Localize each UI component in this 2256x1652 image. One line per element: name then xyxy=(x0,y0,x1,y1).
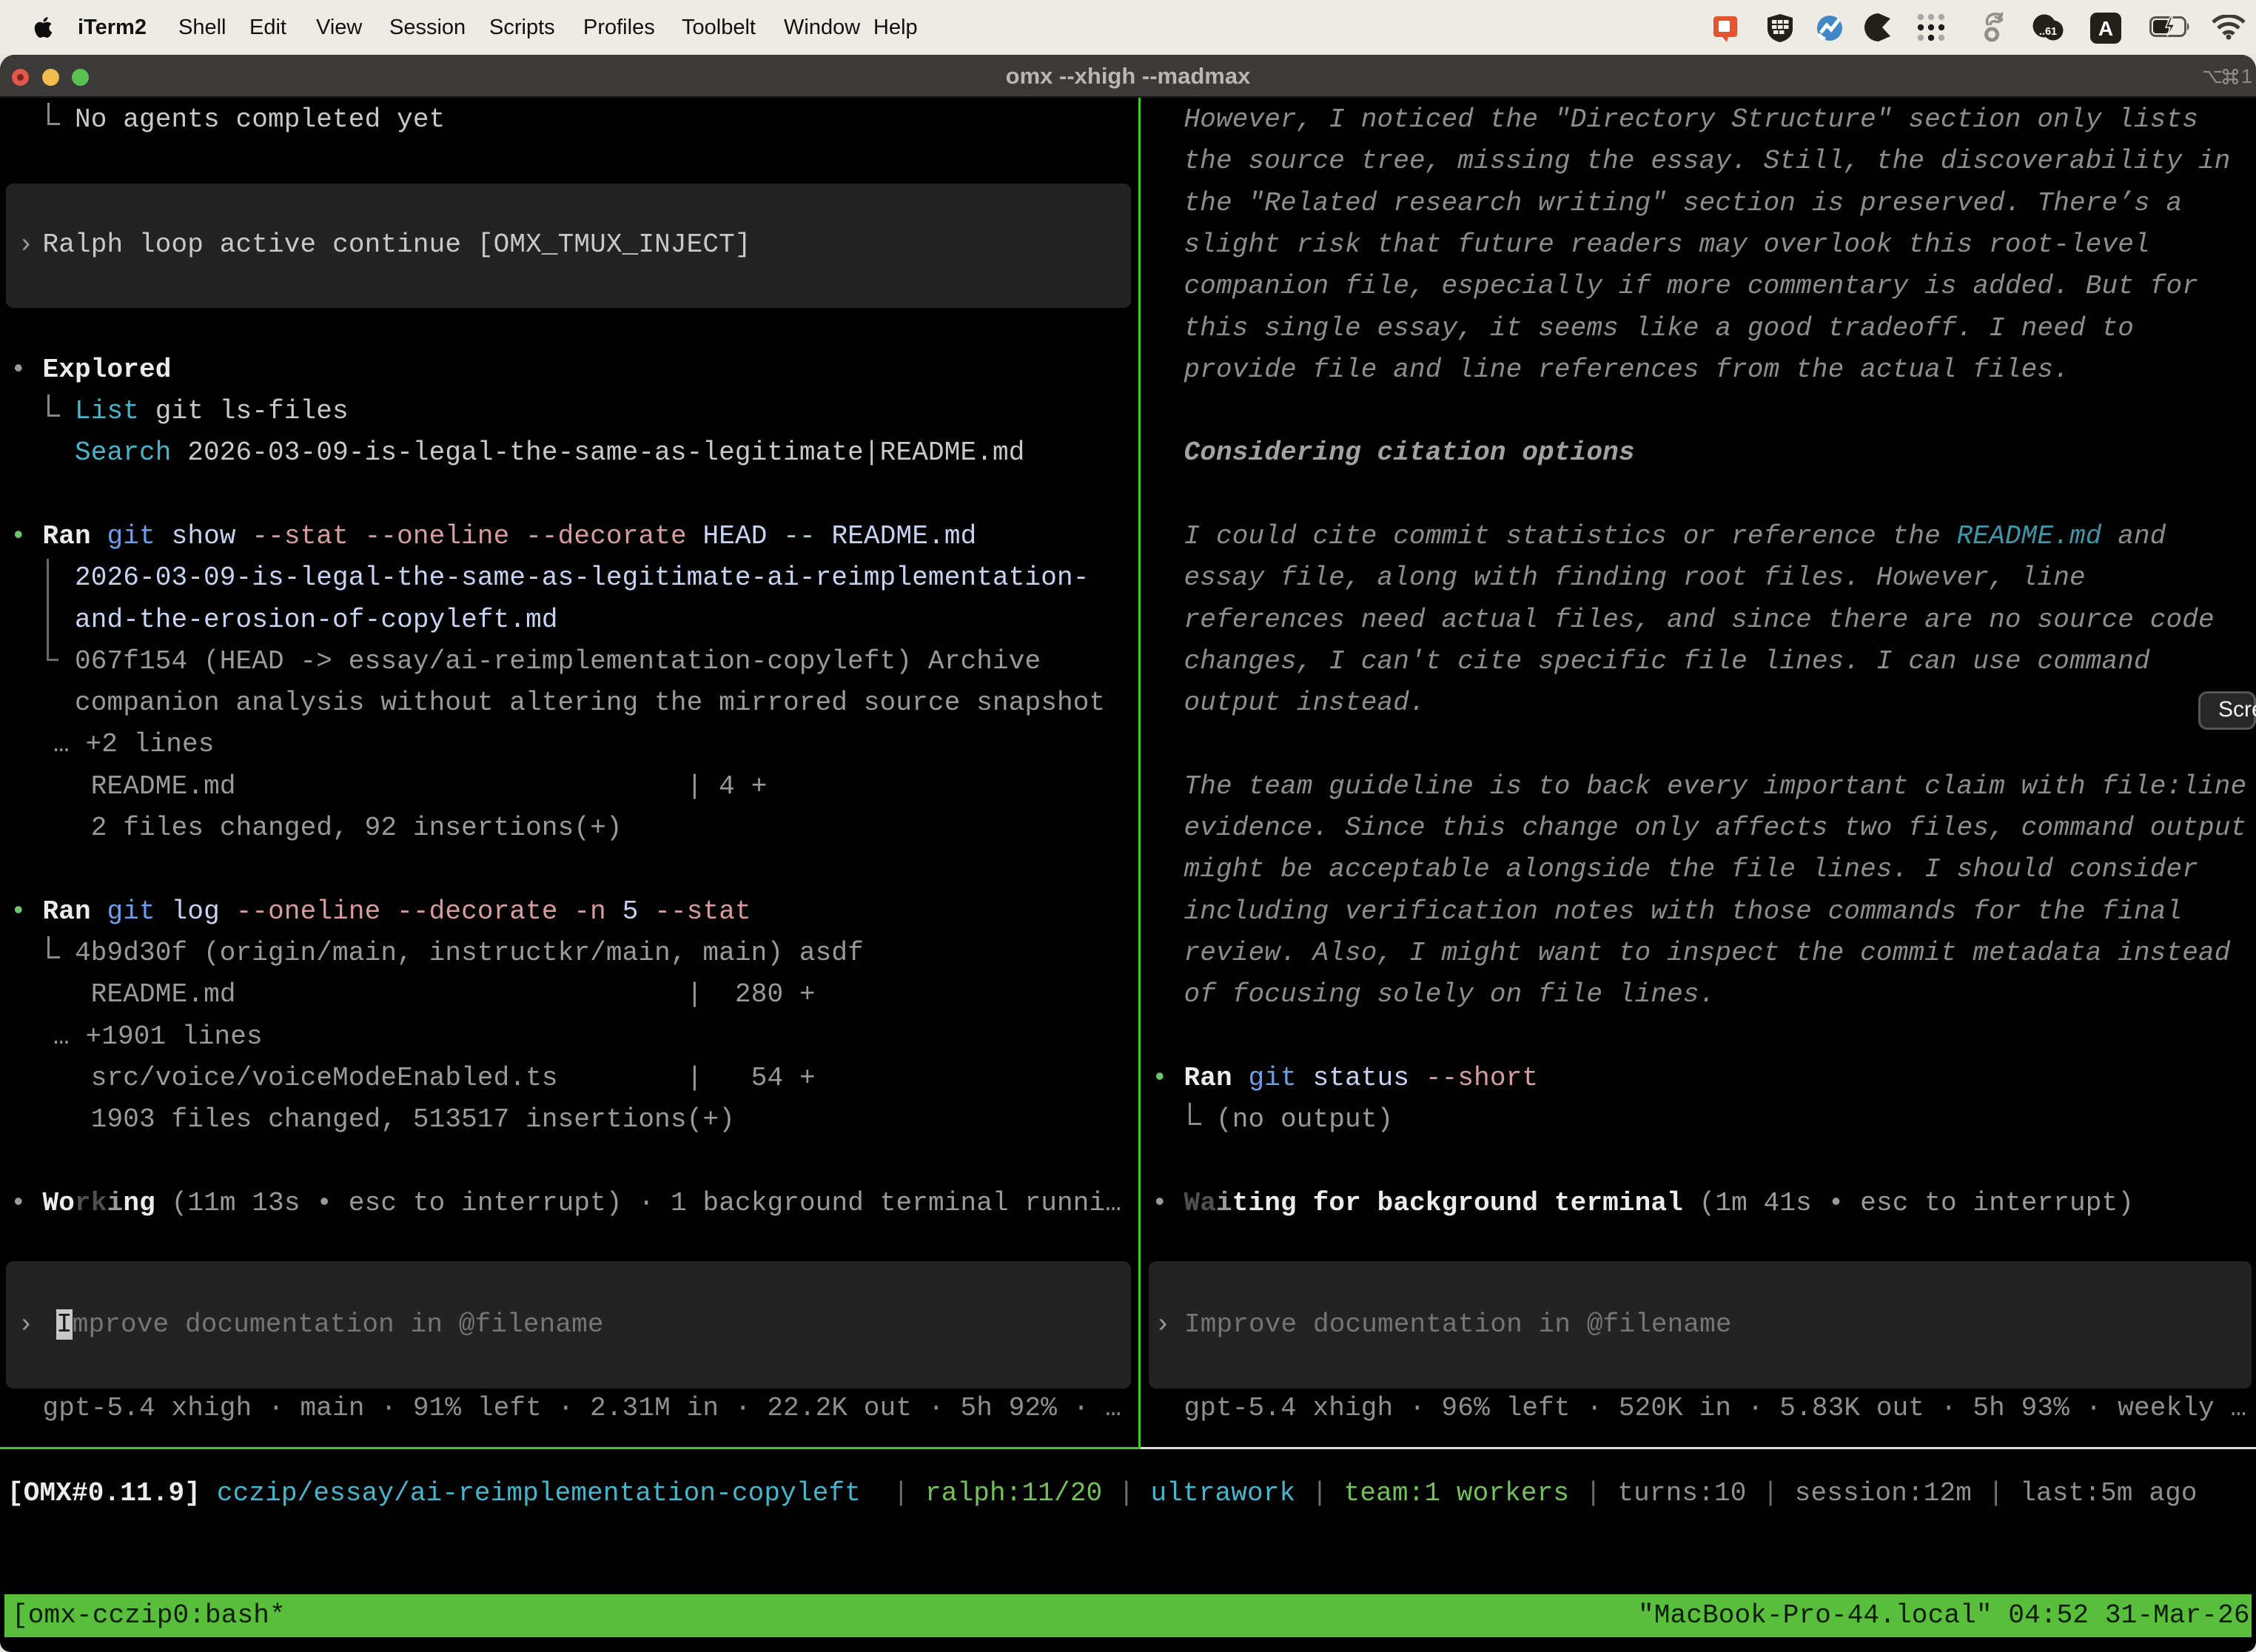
svg-text:..61: ..61 xyxy=(2039,26,2057,38)
svg-text:A: A xyxy=(2098,17,2113,40)
